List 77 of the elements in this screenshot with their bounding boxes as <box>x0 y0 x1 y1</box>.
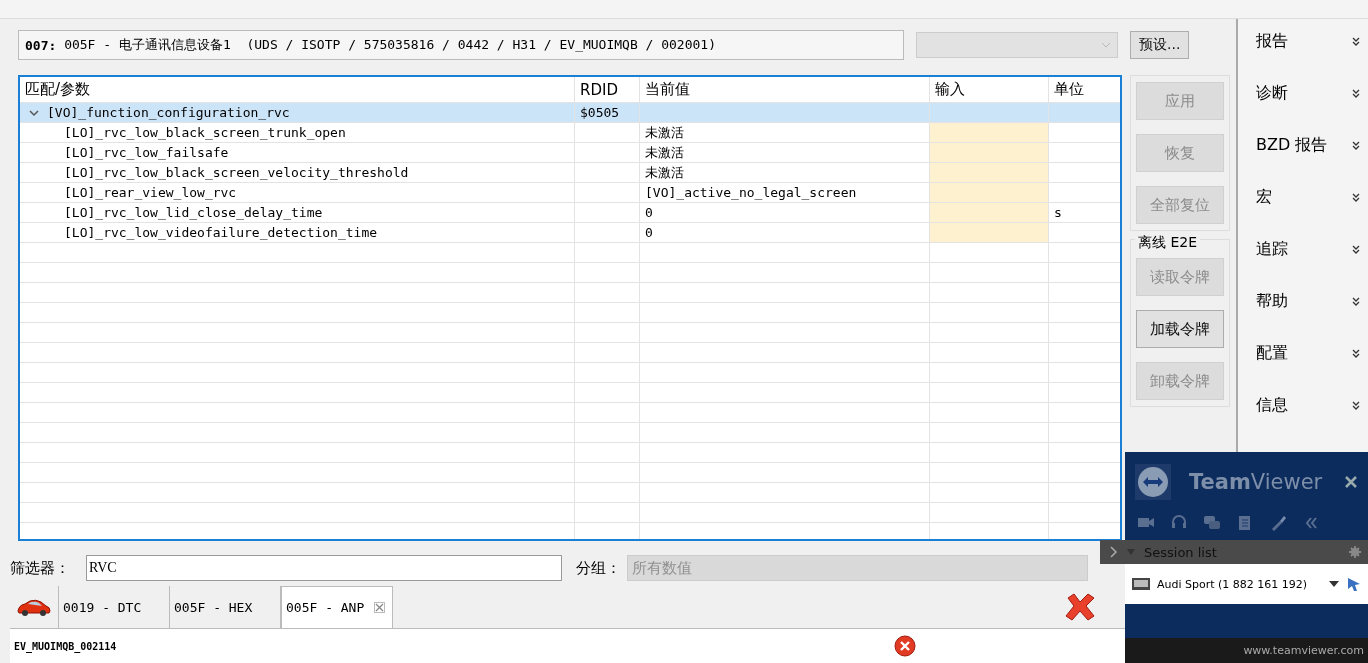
double-chevron-icon <box>1352 244 1360 254</box>
monitor-icon <box>1131 575 1151 593</box>
table-cell: [LO]_rvc_low_videofailure_detection_time <box>64 225 378 240</box>
gear-icon <box>1348 545 1362 559</box>
input-field[interactable] <box>930 203 1049 222</box>
chat-bubbles-icon <box>1203 514 1221 532</box>
table-cell: 0 <box>645 205 653 220</box>
table-row[interactable]: [LO]_rvc_low_black_screen_trunk_open 未激活 <box>20 123 1120 143</box>
ecu-info-field: 007: 005F - 电子通讯信息设备1 (UDS / ISOTP / 575035816 / 0442 / H31 / EV_MUOIMQB / 002001) <box>18 30 904 60</box>
preset-button[interactable]: 预设... <box>1130 31 1190 59</box>
cross-icon <box>1064 592 1096 622</box>
tab[interactable]: 0019 - DTC <box>59 586 170 628</box>
table-row[interactable]: [LO]_rvc_low_black_screen_velocity_threshold 未激活 <box>20 163 1120 183</box>
table-row[interactable]: [LO]_rvc_low_lid_close_delay_time 0 s <box>20 203 1120 223</box>
double-chevron-icon <box>1352 296 1360 306</box>
table-cell: [LO]_rvc_low_lid_close_delay_time <box>64 205 323 220</box>
input-field[interactable] <box>930 223 1049 242</box>
dropdown-arrow-icon <box>1328 579 1340 589</box>
column-header[interactable]: 单位 <box>1049 77 1120 102</box>
group-label: 分组： <box>576 558 621 578</box>
section-title: Session list <box>1144 544 1218 560</box>
filter-label: 筛选器： <box>10 558 71 578</box>
table-cell: [LO]_rear_view_low_rvc <box>64 185 237 200</box>
filter-input[interactable]: RVC <box>86 555 562 581</box>
input-field[interactable] <box>930 183 1049 202</box>
preset-dropdown[interactable] <box>916 32 1118 58</box>
sidebar-item[interactable]: 报告 <box>1256 27 1364 55</box>
group-title: 离线 E2E <box>1135 234 1201 252</box>
input-field[interactable] <box>930 163 1049 182</box>
sidebar-item[interactable]: 追踪 <box>1256 235 1364 263</box>
double-chevron-icon <box>1352 36 1360 46</box>
teamviewer-url: www.teamviewer.com <box>1125 638 1368 663</box>
car-icon <box>16 597 52 617</box>
close-icon <box>374 602 386 613</box>
status-text: EV_MUOIMQB_002114 <box>14 640 117 652</box>
table-cell: 未激活 <box>645 143 684 162</box>
table-cell: [VO]_active_no_legal_screen <box>645 185 857 200</box>
table-cell: 未激活 <box>645 123 684 142</box>
token-button[interactable]: 加载令牌 <box>1136 310 1224 348</box>
close-icon <box>1344 475 1358 489</box>
cursor-icon <box>1346 576 1362 592</box>
sidebar-item[interactable]: 信息 <box>1256 391 1364 419</box>
sidebar-item[interactable]: 帮助 <box>1256 287 1364 315</box>
column-header[interactable]: 匹配/参数 <box>20 77 575 102</box>
double-chevron-icon <box>1352 348 1360 358</box>
table-cell: [VO]_function_configuration_rvc <box>47 105 290 120</box>
table-row[interactable]: [LO]_rvc_low_videofailure_detection_time 0 <box>20 223 1120 243</box>
table-cell: 未激活 <box>645 163 684 182</box>
session-row[interactable]: Audi Sport (1 882 161 192) <box>1125 564 1368 604</box>
teamviewer-logo-icon <box>1135 464 1171 500</box>
sidebar-item[interactable]: BZD 报告 <box>1256 131 1364 159</box>
table-row[interactable]: [LO]_rear_view_low_rvc [VO]_active_no_legal_screen <box>20 183 1120 203</box>
double-chevron-icon <box>1352 192 1360 202</box>
table-row[interactable]: [LO]_rvc_low_failsafe 未激活 <box>20 143 1120 163</box>
tab[interactable]: 005F - ANP <box>281 586 393 628</box>
table-cell: s <box>1054 205 1062 220</box>
teamviewer-title: TeamViewer <box>1189 470 1324 494</box>
table-cell: [LO]_rvc_low_black_screen_trunk_open <box>64 125 346 140</box>
column-header[interactable]: 输入 <box>930 77 1049 102</box>
column-header[interactable]: RDID <box>575 77 640 102</box>
double-chevron-icon <box>1352 400 1360 410</box>
double-chevron-icon <box>1352 140 1360 150</box>
double-chevron-icon <box>1352 88 1360 98</box>
column-header[interactable]: 当前值 <box>640 77 930 102</box>
table-cell: 0 <box>645 225 653 240</box>
caret-icon <box>1101 42 1111 48</box>
input-field[interactable] <box>930 123 1049 142</box>
table-cell: [LO]_rvc_low_black_screen_velocity_threshold <box>64 165 409 180</box>
input-field[interactable] <box>930 143 1049 162</box>
sidebar-item[interactable]: 诊断 <box>1256 79 1364 107</box>
close-circle-icon <box>894 635 916 657</box>
sidebar-item[interactable]: 宏 <box>1256 183 1364 211</box>
table-row[interactable]: [VO]_function_configuration_rvc $0505 <box>20 103 1120 123</box>
table-cell: $0505 <box>580 105 620 120</box>
sidebar-item[interactable]: 配置 <box>1256 339 1364 367</box>
table-cell: [LO]_rvc_low_failsafe <box>64 145 229 160</box>
chevron-icon <box>29 107 39 118</box>
